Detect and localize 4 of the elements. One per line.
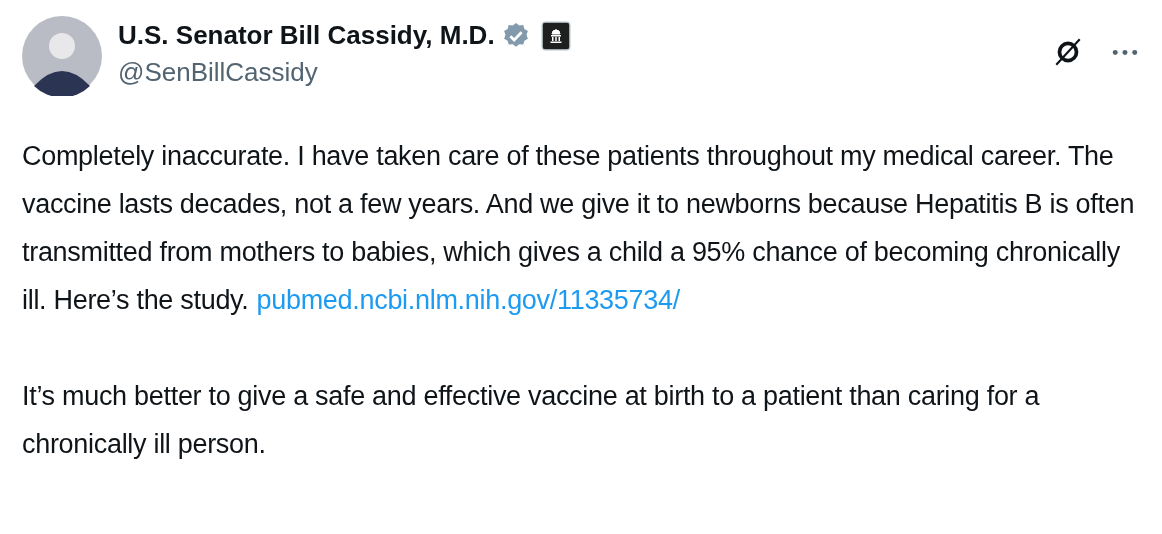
tweet-text: It’s much better to give a safe and effective vaccine at birth to a patient than caring for a chronically ill person.: [22, 380, 1041, 461]
author-handle[interactable]: @SenBillCassidy: [118, 57, 571, 88]
author-name[interactable]: U.S. Senator Bill Cassidy, M.D.: [118, 20, 495, 51]
tweet-text: Completely inaccurate. I have taken care of these patients throughout my medical career. The vaccine lasts decades, not a few years. And we give it to newborns because Hepatitis B is often transmitted from mothers to babies, which gives a child a 95% chance of becoming chronically ill. Here’s the study. pubmed.ncbi.nlm.nih.gov/11335734/: [22, 140, 1136, 317]
